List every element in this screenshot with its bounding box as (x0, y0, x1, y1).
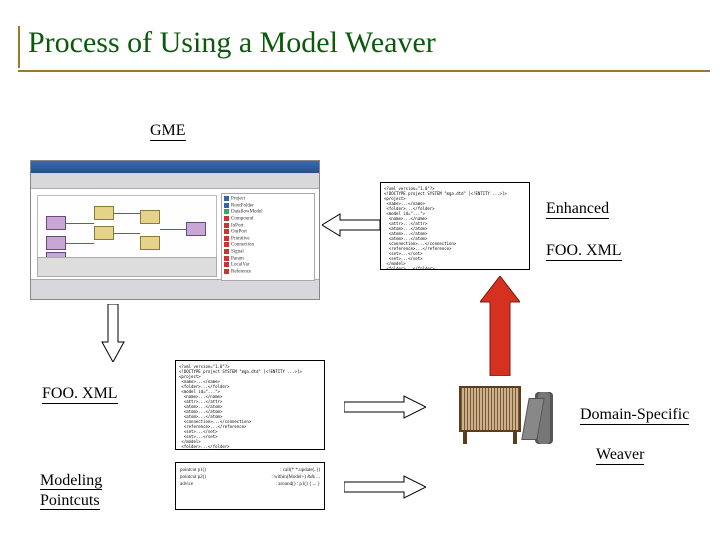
arrow-weaver-to-enhanced (480, 276, 520, 376)
label-enhanced: Enhanced (546, 200, 609, 219)
gme-wire (66, 223, 94, 224)
pointcuts-box: pointcut p1(): call(* *.update(..))point… (175, 462, 325, 510)
label-enhanced-foo: FOO. XML (546, 242, 622, 261)
gme-toolbar (31, 173, 319, 189)
gme-model-tree: ProjectRootFolderDataflowModelCompoundIn… (221, 193, 315, 281)
pointcut-row: pointcut p2(): within(Model+) && ... (180, 474, 320, 481)
page-title: Process of Using a Model Weaver (18, 22, 710, 70)
gme-wire (160, 229, 186, 230)
gme-block (94, 226, 114, 240)
enhanced-xml-box: <?xml version="1.0"?><!DOCTYPE project S… (380, 182, 530, 270)
gme-tree-item: LocalVar (224, 262, 312, 269)
gme-tree-item: Signal (224, 249, 312, 256)
label-domain-specific: Domain-Specific (580, 406, 689, 425)
loom-icon (459, 386, 521, 432)
gme-block (186, 222, 206, 236)
foo-xml-box: <?xml version="1.0"?><!DOCTYPE project S… (175, 360, 325, 450)
gme-block (46, 216, 66, 230)
gme-tree-item: Reference (224, 269, 312, 276)
gme-palette (37, 257, 217, 277)
fabric-roll-icon (535, 392, 553, 444)
gme-block (140, 210, 160, 224)
gme-tree-item: DataflowModel (224, 209, 312, 216)
gme-tree-item: InPort (224, 223, 312, 230)
gme-wire (114, 213, 140, 214)
label-modeling: Modeling (40, 472, 102, 490)
label-weaver: Weaver (596, 446, 644, 465)
gme-titlebar (31, 161, 319, 173)
label-foo-xml: FOO. XML (42, 385, 118, 404)
pointcut-row: pointcut p1(): call(* *.update(..)) (180, 467, 320, 474)
gme-wire (114, 233, 140, 234)
gme-tree-item: RootFolder (224, 203, 312, 210)
gme-block (46, 236, 66, 250)
gme-block (140, 236, 160, 250)
title-rule: Process of Using a Model Weaver (18, 22, 710, 72)
xml-line: </project> (179, 449, 321, 450)
weaver-illustration (455, 380, 555, 450)
gme-tree-item: Param (224, 256, 312, 263)
gme-body: ProjectRootFolderDataflowModelCompoundIn… (31, 189, 319, 279)
label-pointcuts: Pointcuts (40, 492, 100, 510)
xml-line: <folder>...</folder> (384, 266, 526, 270)
gme-tree-item: Compound (224, 216, 312, 223)
gme-wire (66, 243, 94, 244)
gme-screenshot: ProjectRootFolderDataflowModelCompoundIn… (30, 160, 320, 300)
gme-statusbar (31, 279, 319, 299)
gme-tree-item: Primitive (224, 236, 312, 243)
gme-tree-item: OutPort (224, 229, 312, 236)
pointcut-row: advice: around() : p1() { ... } (180, 481, 320, 488)
gme-tree-item: Connection (224, 242, 312, 249)
arrow-foo-to-weaver (344, 394, 426, 420)
gme-tree-item: Project (224, 196, 312, 203)
arrow-gme-to-foo (100, 304, 126, 362)
arrow-pointcuts-to-weaver (344, 474, 426, 500)
arrow-enhanced-to-gme (322, 212, 380, 238)
label-gme: GME (150, 122, 186, 141)
gme-block (94, 206, 114, 220)
